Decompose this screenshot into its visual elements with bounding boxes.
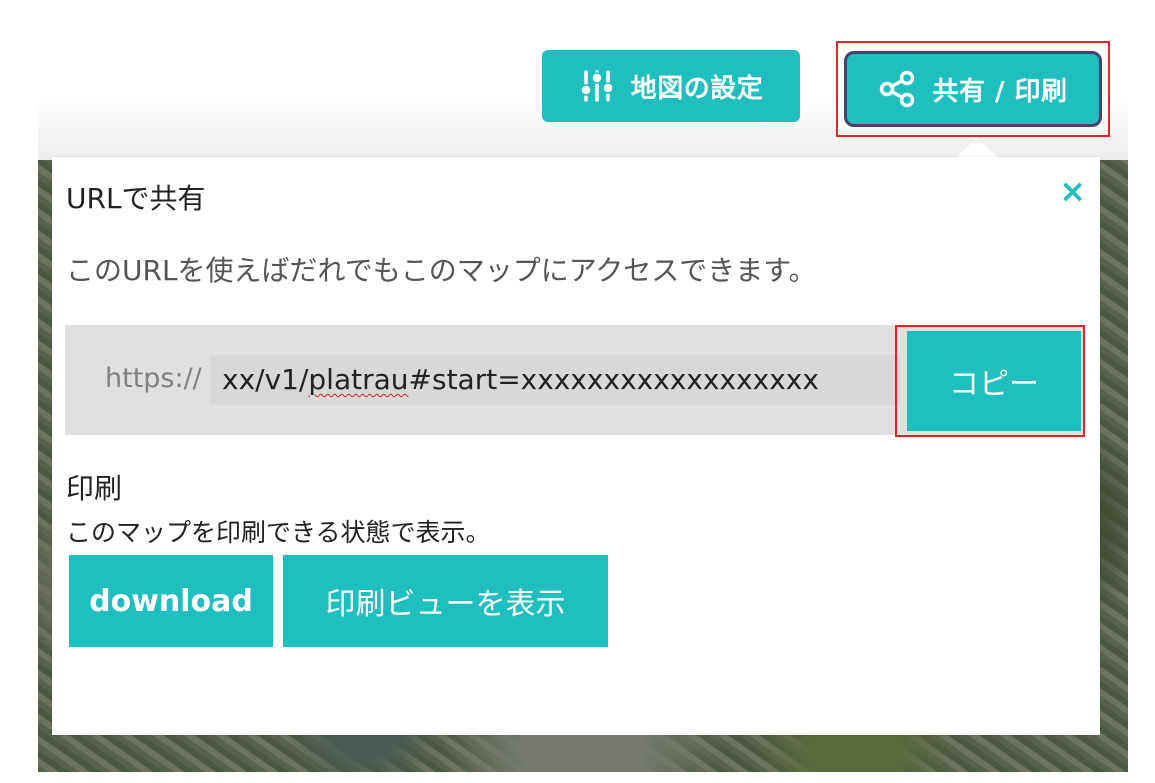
close-icon[interactable]: × — [1059, 175, 1086, 207]
copy-button[interactable]: コピー — [907, 331, 1081, 431]
share-print-label: 共有 / 印刷 — [932, 76, 1068, 107]
map-settings-button[interactable]: 地図の設定 — [542, 50, 800, 122]
print-section-description: このマップを印刷できる状態で表示。 — [66, 518, 491, 547]
copy-button-highlight: コピー — [895, 325, 1085, 437]
share-url-input[interactable]: xx/v1/platrau#start=xxxxxxxxxxxxxxxxxx — [210, 355, 900, 405]
share-url-text: xx/v1/platrau#start=xxxxxxxxxxxxxxxxxx — [222, 363, 819, 396]
panel-title: URLで共有 — [66, 182, 206, 215]
share-icon — [878, 70, 916, 108]
map-settings-label: 地図の設定 — [630, 73, 764, 104]
url-prefix: https:// — [105, 363, 202, 394]
print-section-label: 印刷 — [66, 472, 123, 505]
share-description: このURLを使えばだれでもこのマップにアクセスできます。 — [66, 254, 817, 287]
share-print-button[interactable]: 共有 / 印刷 — [844, 51, 1102, 127]
panel-pointer — [955, 138, 999, 158]
print-view-button[interactable]: 印刷ビューを表示 — [283, 555, 608, 647]
page: 地図の設定 共有 / 印刷 URLで共有 × このURLを使えばだれでもこのマッ… — [0, 0, 1155, 783]
share-panel: URLで共有 × このURLを使えばだれでもこのマップにアクセスできます。 ht… — [52, 157, 1100, 735]
share-button-highlight: 共有 / 印刷 — [836, 41, 1110, 137]
download-button[interactable]: download — [69, 555, 273, 647]
sliders-icon — [579, 68, 615, 104]
